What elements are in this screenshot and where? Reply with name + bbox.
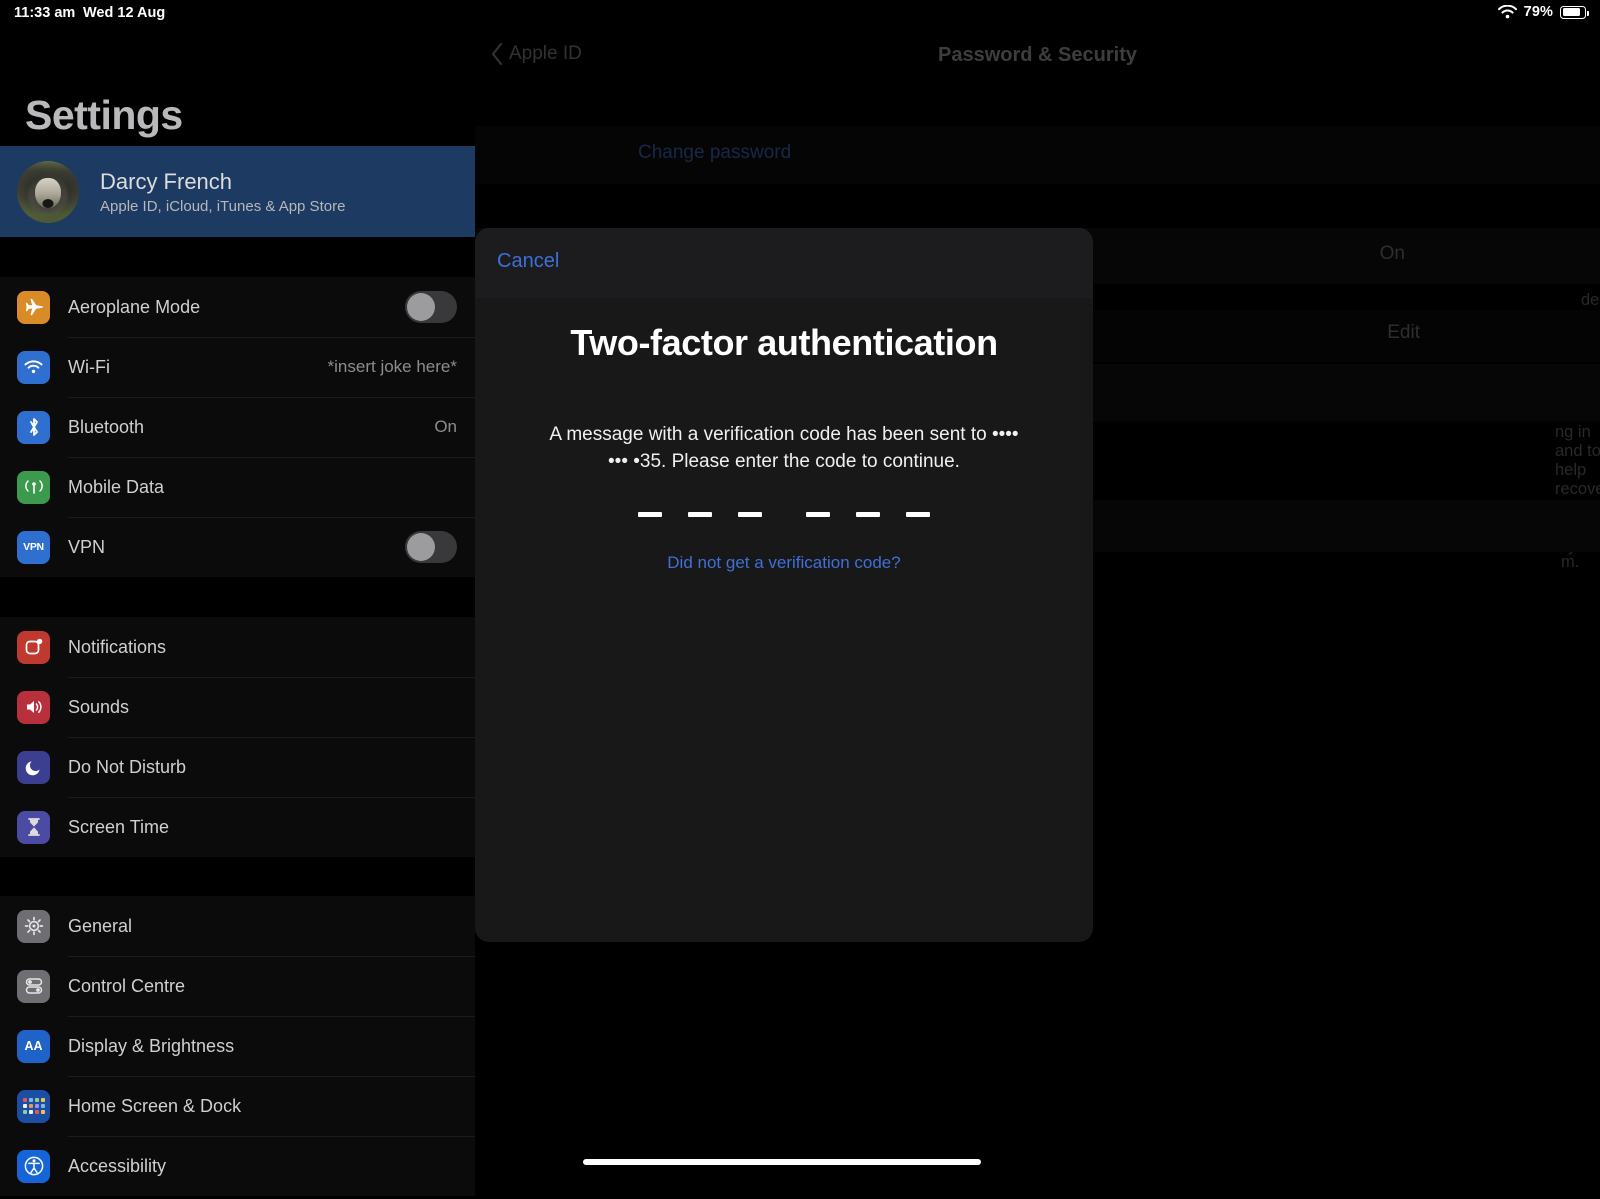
code-digit-slot[interactable] [793, 511, 843, 517]
sidebar-item-label: Do Not Disturb [68, 756, 187, 777]
sidebar-item-general[interactable]: General [0, 896, 475, 956]
toggle-switch[interactable] [405, 291, 457, 323]
sidebar-item-label: Display & Brightness [68, 1035, 235, 1056]
apple-id-profile-row[interactable]: Darcy French Apple ID, iCloud, iTunes & … [0, 146, 475, 237]
modal-header: Cancel [475, 228, 1093, 298]
sidebar-item-label: Bluetooth [68, 416, 145, 437]
code-digit-placeholder [688, 511, 712, 517]
aeroplane-icon [17, 290, 50, 324]
settings-sidebar: Settings Darcy French Apple ID, iCloud, … [0, 0, 475, 1199]
sidebar-item-screen-time[interactable]: Screen Time [0, 797, 475, 857]
code-digit-slot[interactable] [675, 511, 725, 517]
sidebar-item-aeroplane-mode[interactable]: Aeroplane Mode [0, 277, 475, 337]
home-indicator[interactable] [583, 1159, 981, 1165]
status-date: Wed 12 Aug [83, 5, 166, 21]
code-digit-slot[interactable] [725, 511, 775, 517]
code-digit-slot[interactable] [625, 511, 675, 517]
control-centre-icon [17, 969, 50, 1003]
sidebar-item-notifications[interactable]: Notifications [0, 617, 475, 677]
modal-description: A message with a verification code has b… [549, 424, 1019, 472]
sidebar-item-display-brightness[interactable]: AA Display & Brightness [0, 1016, 475, 1076]
display-brightness-icon: AA [17, 1029, 50, 1063]
sounds-icon [17, 690, 50, 724]
code-digit-placeholder [806, 511, 830, 517]
sidebar-item-label: Notifications [68, 636, 167, 657]
sidebar-item-mobile-data[interactable]: Mobile Data [0, 457, 475, 517]
code-digit-slot[interactable] [893, 511, 943, 517]
sidebar-item-label: Control Centre [68, 975, 186, 996]
cancel-button[interactable]: Cancel [497, 250, 559, 273]
wifi-icon [17, 350, 50, 384]
sidebar-item-control-centre[interactable]: Control Centre [0, 956, 475, 1016]
sidebar-item-sounds[interactable]: Sounds [0, 677, 475, 737]
sidebar-item-label: General [68, 915, 133, 936]
resend-code-link[interactable]: Did not get a verification code? [501, 553, 1067, 573]
code-group [625, 511, 775, 517]
sidebar-item-label: Wi-Fi [68, 356, 110, 377]
sidebar-item-home-screen-dock[interactable]: Home Screen & Dock [0, 1076, 475, 1136]
code-digit-placeholder [738, 511, 762, 517]
profile-name: Darcy French [100, 168, 233, 194]
do-not-disturb-icon [17, 750, 50, 784]
sidebar-item-do-not-disturb[interactable]: Do Not Disturb [0, 737, 475, 797]
mobile-data-icon [17, 470, 50, 504]
sidebar-item-label: Mobile Data [68, 476, 165, 497]
sidebar-item-label: Accessibility [68, 1155, 167, 1176]
modal-title: Two-factor authentication [570, 322, 998, 363]
battery-percent: 79% [1523, 4, 1553, 20]
page-title: Settings [25, 92, 183, 138]
sidebar-item-label: Sounds [68, 696, 130, 717]
sidebar-item-accessibility[interactable]: Accessibility [0, 1136, 475, 1196]
sidebar-item-label: Screen Time [68, 816, 170, 837]
status-time: 11:33 am [14, 5, 76, 21]
battery-icon [1560, 5, 1589, 19]
sidebar-group-1: Aeroplane Mode Wi-Fi *insert joke here* Blu… [0, 277, 475, 577]
sidebar-item-value: *insert joke here* [327, 357, 457, 376]
wifi-icon [1497, 5, 1517, 19]
code-group [793, 511, 943, 517]
sidebar-group-2: Notifications Sounds Do Not Disturb Screen … [0, 617, 475, 857]
sidebar-item-bluetooth[interactable]: Bluetooth On [0, 397, 475, 457]
accessibility-icon [17, 1149, 50, 1183]
ipad-settings-screen: Settings Darcy French Apple ID, iCloud, … [0, 0, 1600, 1199]
two-factor-modal: Cancel Two-factor authentication A messa… [475, 228, 1093, 942]
status-bar: 11:33 am Wed 12 Aug 79% [0, 0, 1600, 28]
vpn-icon: VPN [17, 530, 50, 564]
code-digit-placeholder [856, 511, 880, 517]
bluetooth-icon [17, 410, 50, 444]
code-digit-placeholder [906, 511, 930, 517]
gear-icon [17, 909, 50, 943]
home-screen-dock-icon [17, 1089, 50, 1123]
sidebar-item-wi-fi[interactable]: Wi-Fi *insert joke here* [0, 337, 475, 397]
sidebar-item-label: VPN [68, 536, 106, 557]
sidebar-item-label: Aeroplane Mode [68, 296, 201, 317]
code-digit-slot[interactable] [843, 511, 893, 517]
sidebar-item-value: On [434, 417, 457, 436]
toggle-switch[interactable] [405, 531, 457, 563]
avatar [17, 160, 79, 223]
screen-time-icon [17, 810, 50, 844]
notifications-icon [17, 630, 50, 664]
sidebar-group-3: General Control Centre AA Display & Brightn… [0, 896, 475, 1196]
profile-subtitle: Apple ID, iCloud, iTunes & App Store [100, 198, 346, 216]
code-digit-placeholder [638, 511, 662, 517]
verification-code-input[interactable] [501, 511, 1067, 517]
sidebar-item-label: Home Screen & Dock [68, 1095, 242, 1116]
sidebar-item-vpn[interactable]: VPN VPN [0, 517, 475, 577]
